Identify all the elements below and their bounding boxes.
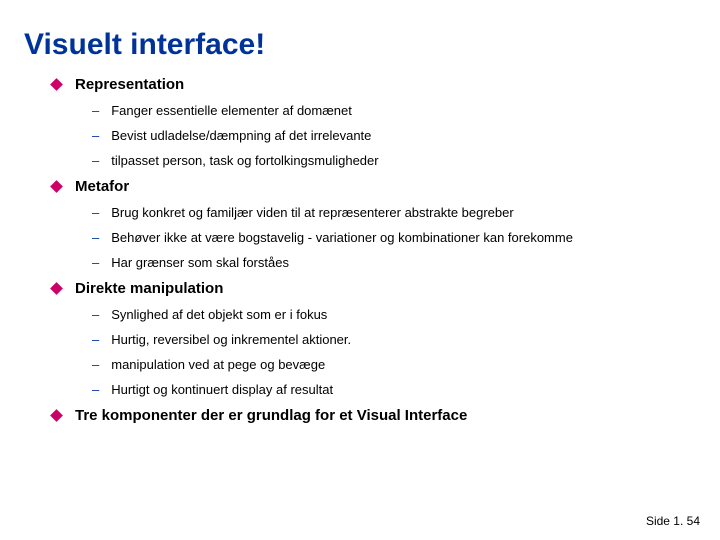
sub-label: Hurtigt og kontinuert display af resulta… [111,382,333,397]
bullet-label: Tre komponenter der er grundlag for et V… [75,407,467,424]
bullet-item: Tre komponenter der er grundlag for et V… [52,407,696,424]
sub-label: Bevist udladelse/dæmpning af det irrelev… [111,128,371,143]
sub-item: –Fanger essentielle elementer af domænet [92,103,696,118]
sub-label: Har grænser som skal forståes [111,255,289,270]
diamond-icon [50,409,63,422]
bullet-item: Direkte manipulation [52,280,696,297]
slide-content: Representation–Fanger essentielle elemen… [24,76,696,424]
slide-number: Side 1. 54 [646,514,700,528]
sub-item: –Behøver ikke at være bogstavelig - vari… [92,230,696,245]
sub-list: –Fanger essentielle elementer af domænet… [52,103,696,168]
dash-icon: – [92,205,99,220]
sub-item: –Hurtig, reversibel og inkrementel aktio… [92,332,696,347]
sub-list: –Brug konkret og familjær viden til at r… [52,205,696,270]
bullet-label: Direkte manipulation [75,280,223,297]
diamond-icon [50,180,63,193]
sub-label: Hurtig, reversibel og inkrementel aktion… [111,332,351,347]
sub-label: Fanger essentielle elementer af domænet [111,103,352,118]
dash-icon: – [92,128,99,143]
dash-icon: – [92,255,99,270]
sub-item: –Brug konkret og familjær viden til at r… [92,205,696,220]
sub-label: manipulation ved at pege og bevæge [111,357,325,372]
dash-icon: – [92,307,99,322]
sub-label: tilpasset person, task og fortolkingsmul… [111,153,378,168]
sub-item: –Hurtigt og kontinuert display af result… [92,382,696,397]
sub-item: –Bevist udladelse/dæmpning af det irrele… [92,128,696,143]
bullet-label: Representation [75,76,184,93]
bullet-label: Metafor [75,178,129,195]
slide-title: Visuelt interface! [24,28,696,62]
slide: Visuelt interface! Representation–Fanger… [0,0,720,540]
bullet-item: Metafor [52,178,696,195]
sub-item: –Synlighed af det objekt som er i fokus [92,307,696,322]
sub-item: –tilpasset person, task og fortolkingsmu… [92,153,696,168]
dash-icon: – [92,357,99,372]
bullet-item: Representation [52,76,696,93]
sub-label: Behøver ikke at være bogstavelig - varia… [111,230,573,245]
dash-icon: – [92,332,99,347]
diamond-icon [50,78,63,91]
sub-item: –manipulation ved at pege og bevæge [92,357,696,372]
diamond-icon [50,282,63,295]
dash-icon: – [92,153,99,168]
sub-list: –Synlighed af det objekt som er i fokus–… [52,307,696,397]
sub-label: Brug konkret og familjær viden til at re… [111,205,513,220]
dash-icon: – [92,230,99,245]
dash-icon: – [92,103,99,118]
dash-icon: – [92,382,99,397]
sub-item: –Har grænser som skal forståes [92,255,696,270]
sub-label: Synlighed af det objekt som er i fokus [111,307,327,322]
